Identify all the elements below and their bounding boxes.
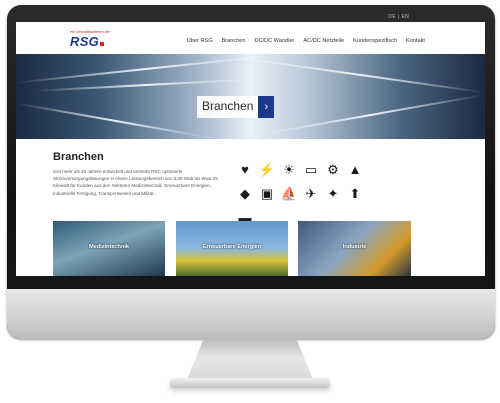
card-label: Erneuerbare Energien	[202, 244, 262, 250]
section-description: Seit mehr als 20 Jahren entwickelt und v…	[53, 169, 218, 196]
rsg-logo[interactable]: RSG	[70, 34, 105, 49]
card-label: Medizintechnik	[88, 244, 130, 250]
lang-separator: |	[397, 14, 400, 20]
monitor-stand	[186, 338, 314, 382]
solar-icon[interactable]: ☀	[278, 162, 300, 178]
wind-turbine-icon[interactable]: ⚡	[256, 162, 278, 178]
car-icon[interactable]: ◆	[234, 186, 256, 202]
robot-arm-icon[interactable]: ⚙	[322, 162, 344, 178]
main-nav: Über RSG Branchen DC/DC Wandler AC/DC Ne…	[187, 38, 425, 44]
language-switcher: DE | EN	[387, 14, 410, 20]
nav-branchen[interactable]: Branchen	[222, 38, 246, 44]
website-screen: DE | EN ein Geschäftsbereich der RSG Über …	[16, 13, 485, 276]
nav-ueber-rsg[interactable]: Über RSG	[187, 38, 213, 44]
hero-banner: Branchen ›	[16, 54, 485, 139]
airplane-icon[interactable]: ✈	[300, 186, 322, 202]
card-industrie[interactable]: Industrie	[298, 221, 411, 276]
chevron-right-icon: ›	[258, 96, 275, 118]
monitor-chin	[7, 289, 495, 339]
industry-icon-grid: ♥ ⚡ ☀ ▭ ⚙ ▲ ◆ ▣ ⛵ ✈ ✦ ⬆ ▬	[234, 162, 366, 226]
lang-de[interactable]: DE	[388, 14, 396, 20]
light-streak	[36, 78, 256, 92]
hero-branchen-button[interactable]: Branchen ›	[197, 96, 275, 118]
logo-text: RSG	[70, 34, 100, 49]
top-bar: DE | EN	[16, 13, 485, 22]
medical-icon[interactable]: ♥	[234, 162, 256, 178]
site-header: ein Geschäftsbereich der RSG Über RSG Br…	[16, 22, 485, 54]
light-streak	[257, 94, 484, 136]
monitor-icon[interactable]: ▭	[300, 162, 322, 178]
train-icon[interactable]: ▣	[256, 186, 278, 202]
lang-en[interactable]: EN	[401, 14, 409, 20]
light-streak	[17, 102, 215, 139]
ship-icon[interactable]: ⛵	[278, 186, 300, 202]
rocket-icon[interactable]: ⬆	[344, 186, 366, 202]
factory-icon[interactable]: ▲	[344, 162, 366, 178]
light-streak	[237, 56, 484, 94]
monitor-base	[170, 378, 330, 388]
nav-kundenspezifisch[interactable]: Kundenspezifisch	[353, 38, 397, 44]
section-title: Branchen	[53, 151, 104, 163]
logo-red-square	[100, 42, 105, 46]
satellite-icon[interactable]: ✦	[322, 186, 344, 202]
card-label: Industrie	[342, 244, 367, 250]
nav-acdc-netzteile[interactable]: AC/DC Netzteile	[303, 38, 344, 44]
card-medizintechnik[interactable]: Medizintechnik	[53, 221, 165, 276]
hero-button-label: Branchen	[197, 96, 259, 118]
nav-dcdc-wandler[interactable]: DC/DC Wandler	[255, 38, 295, 44]
nav-kontakt[interactable]: Kontakt	[406, 38, 425, 44]
card-erneuerbare-energien[interactable]: Erneuerbare Energien	[176, 221, 288, 276]
